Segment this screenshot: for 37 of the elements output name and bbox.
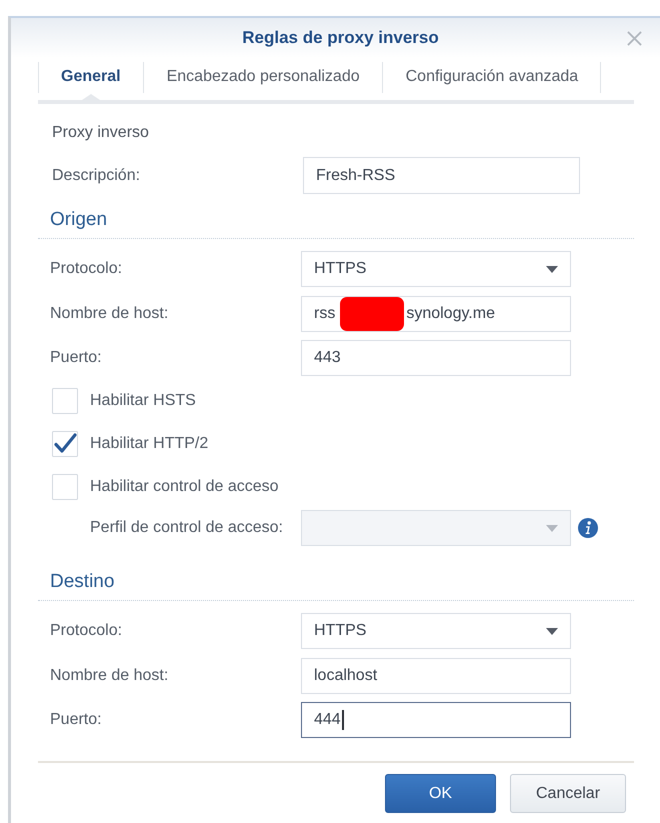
checkbox-label: Habilitar control de acceso [90, 478, 279, 496]
text-field[interactable]: localhost [301, 658, 571, 694]
dropdown[interactable]: HTTPS [301, 251, 571, 287]
field-label: Puerto: [50, 711, 103, 729]
close-icon[interactable] [627, 30, 642, 46]
group-label: Proxy inverso [51, 123, 149, 143]
caret-icon [546, 266, 558, 272]
caret-icon [546, 524, 558, 532]
checkbox[interactable] [52, 388, 78, 414]
tab[interactable]: Configuración avanzada [382, 58, 602, 100]
field-label: Puerto: [50, 349, 103, 367]
field-label: Protocolo: [50, 622, 124, 640]
field-label: Descripción: [52, 166, 142, 184]
text-field[interactable]: 444 [301, 702, 571, 738]
field-label: Perfil de control de acceso: [90, 519, 284, 537]
dialog-button[interactable]: OK [385, 774, 496, 813]
dialog-button[interactable]: Cancelar [510, 774, 626, 813]
checkbox[interactable] [52, 474, 78, 500]
checkbox-label: Habilitar HTTP/2 [90, 435, 208, 453]
redaction-icon [340, 296, 404, 330]
caret-icon [546, 628, 558, 634]
info-icon[interactable] [578, 518, 598, 538]
checkbox[interactable] [52, 431, 78, 457]
window-title: Reglas de proxy inverso [242, 28, 439, 48]
checkbox-label: Habilitar HSTS [90, 392, 196, 410]
text-field[interactable]: 443 [301, 340, 571, 376]
section-heading: Origen [50, 208, 108, 232]
description-field[interactable]: Fresh-RSS [303, 157, 580, 194]
text-field[interactable]: rss synology.me [301, 296, 571, 332]
text-cursor-icon [342, 710, 344, 730]
field-label: Nombre de host: [50, 304, 170, 322]
dropdown[interactable]: HTTPS [301, 613, 571, 649]
tab[interactable]: Encabezado personalizado [144, 58, 383, 100]
field-label: Protocolo: [50, 260, 124, 278]
field-label: Nombre de host: [50, 666, 170, 684]
section-heading: Destino [50, 570, 114, 594]
tab[interactable]: General [38, 58, 144, 100]
